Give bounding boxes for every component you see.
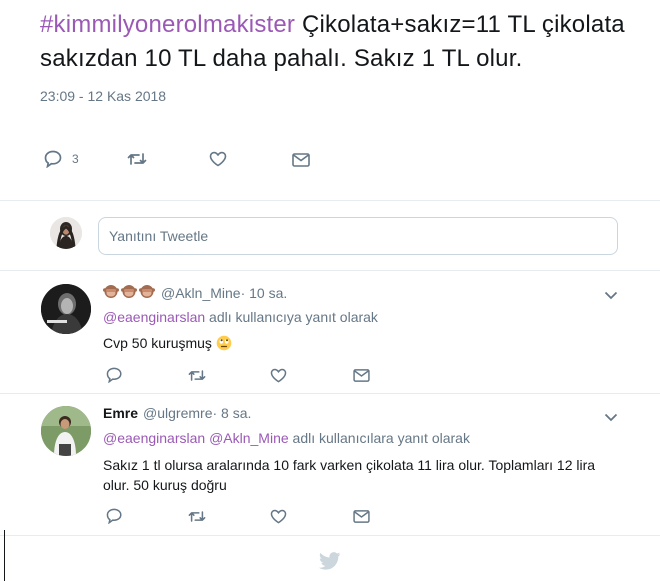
reply-time[interactable]: · 8 sa. — [212, 405, 251, 421]
avatar-image — [41, 284, 91, 334]
current-user-avatar[interactable] — [50, 217, 82, 249]
like-action[interactable] — [270, 509, 287, 524]
hashtag-link[interactable]: #kimmilyonerolmakister — [40, 11, 295, 38]
direct-message-action[interactable] — [353, 510, 370, 523]
tweet-timestamp[interactable]: 23:09 - 12 Kas 2018 — [40, 88, 640, 104]
reply-icon — [44, 150, 62, 168]
more-options-button[interactable] — [604, 287, 618, 305]
envelope-icon — [353, 510, 370, 523]
heart-icon — [270, 509, 287, 524]
reply-header: @Akln_Mine · 10 sa. — [103, 283, 287, 302]
retweet-icon — [188, 370, 206, 381]
replying-to-suffix: adlı kullanıcıya yanıt olarak — [205, 309, 378, 325]
retweet-icon — [188, 511, 206, 522]
reply-count: 3 — [72, 152, 79, 166]
see-no-evil-monkey-icon — [121, 285, 137, 298]
chevron-down-icon — [604, 413, 618, 422]
direct-message-action[interactable] — [292, 153, 310, 167]
reply-input[interactable]: Yanıtını Tweetle — [98, 217, 618, 255]
window-edge — [4, 530, 5, 581]
reply-author-emoji[interactable] — [103, 283, 157, 302]
direct-message-action[interactable] — [353, 369, 370, 382]
reply-author-handle[interactable]: @Akln_Mine — [161, 285, 241, 301]
see-no-evil-monkey-icon — [139, 285, 155, 298]
avatar-image — [50, 217, 82, 249]
twitter-logo — [318, 552, 341, 575]
reply-text-body: Cvp 50 kuruşmuş — [103, 335, 216, 351]
reply-header: Emre @ulgremre · 8 sa. — [103, 405, 251, 421]
reply-icon — [106, 367, 122, 383]
heart-icon — [209, 151, 227, 167]
reply-author-avatar[interactable] — [41, 284, 91, 334]
tweet-text: #kimmilyonerolmakister Çikolata+sakız=11… — [40, 8, 640, 76]
reply-tweet[interactable]: Emre @ulgremre · 8 sa. @eaenginarslan @A… — [0, 394, 660, 529]
like-action[interactable] — [270, 368, 287, 383]
replying-to: @eaenginarslan adlı kullanıcıya yanıt ol… — [103, 309, 378, 325]
reply-author-avatar[interactable] — [41, 406, 91, 456]
reply-text: Sakız 1 tl olursa aralarında 10 fark var… — [103, 457, 596, 493]
avatar-image — [41, 406, 91, 456]
reply-time[interactable]: · 10 sa. — [241, 285, 288, 301]
replying-to-suffix: adlı kullanıcılara yanıt olarak — [288, 430, 470, 446]
retweet-action[interactable] — [188, 368, 206, 383]
divider — [0, 535, 660, 536]
heart-icon — [270, 368, 287, 383]
reply-text: Cvp 50 kuruşmuş — [103, 333, 613, 353]
chevron-down-icon — [604, 291, 618, 300]
mention-link[interactable]: @eaenginarslan — [103, 430, 205, 446]
reply-tweet[interactable]: @Akln_Mine · 10 sa. @eaenginarslan adlı … — [0, 271, 660, 400]
twitter-bird-icon — [318, 552, 341, 570]
reply-composer: Yanıtını Tweetle — [0, 201, 660, 269]
reply-icon — [106, 508, 122, 524]
like-action[interactable] — [209, 151, 227, 167]
envelope-icon — [292, 153, 310, 167]
main-tweet: #kimmilyonerolmakister Çikolata+sakız=11… — [40, 8, 640, 104]
see-no-evil-monkey-icon — [103, 285, 119, 298]
reply-action[interactable] — [106, 508, 124, 524]
reply-author-handle[interactable]: @ulgremre — [143, 405, 212, 421]
reply-action[interactable] — [106, 367, 124, 383]
envelope-icon — [353, 369, 370, 382]
rolling-eyes-emoji-icon — [216, 335, 232, 351]
reply-author-name[interactable]: Emre — [103, 405, 138, 421]
retweet-icon — [127, 153, 147, 165]
mention-link[interactable]: @Akln_Mine — [209, 430, 289, 446]
retweet-action[interactable] — [188, 509, 206, 524]
replying-to: @eaenginarslan @Akln_Mine adlı kullanıcı… — [103, 430, 470, 446]
mention-link[interactable]: @eaenginarslan — [103, 309, 205, 325]
reply-action[interactable]: 3 — [44, 150, 79, 168]
more-options-button[interactable] — [604, 409, 618, 427]
retweet-action[interactable] — [127, 151, 147, 167]
